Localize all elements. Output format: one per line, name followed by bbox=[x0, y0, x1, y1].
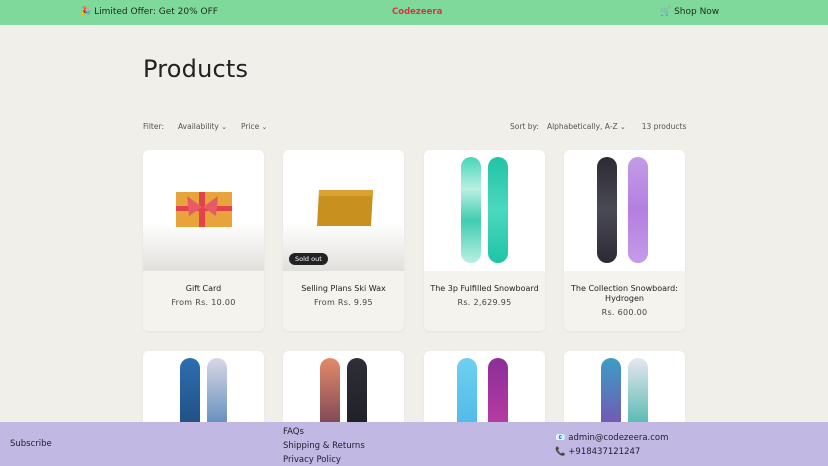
product-price: From Rs. 9.95 bbox=[314, 298, 373, 307]
footer: Subscribe FAQs Shipping & Returns Privac… bbox=[0, 422, 828, 466]
product-price: From Rs. 10.00 bbox=[171, 298, 236, 307]
product-name[interactable]: Selling Plans Ski Wax bbox=[289, 284, 398, 294]
sort-label: Sort by: bbox=[510, 122, 539, 131]
product-image[interactable] bbox=[564, 150, 685, 271]
product-card[interactable] bbox=[564, 351, 685, 431]
product-count: 13 products bbox=[641, 122, 687, 131]
snowboard-image bbox=[347, 358, 367, 431]
sort-select[interactable]: Alphabetically, A-Z bbox=[547, 122, 626, 131]
filter-label: Filter: bbox=[143, 122, 164, 131]
announcement-bar: 🎉 Limited Offer: Get 20% OFF Codezeera 🛒… bbox=[0, 0, 828, 25]
price-filter[interactable]: Price bbox=[241, 122, 267, 131]
snowboard-image bbox=[601, 358, 621, 431]
offer-text[interactable]: 🎉 Limited Offer: Get 20% OFF bbox=[80, 7, 218, 17]
product-card[interactable]: The 3p Fulfilled Snowboard Rs. 2,629.95 bbox=[424, 150, 545, 331]
product-card[interactable] bbox=[424, 351, 545, 431]
product-card[interactable] bbox=[283, 351, 404, 431]
privacy-policy-link[interactable]: Privacy Policy bbox=[283, 453, 365, 466]
snowboard-image bbox=[207, 358, 227, 431]
product-name[interactable]: The 3p Fulfilled Snowboard bbox=[430, 284, 539, 294]
filter-bar: Filter: Availability Price bbox=[143, 122, 267, 131]
product-price: Rs. 600.00 bbox=[601, 308, 648, 317]
snowboard-image bbox=[457, 358, 477, 431]
product-name[interactable]: The Collection Snowboard: Hydrogen bbox=[570, 284, 679, 304]
sold-out-badge: Sold out bbox=[289, 253, 328, 265]
snowboard-image bbox=[488, 157, 508, 263]
snowboard-image bbox=[461, 157, 481, 263]
shop-now-link[interactable]: 🛒 Shop Now bbox=[660, 7, 719, 17]
phone-link[interactable]: 📞 +918437121247 bbox=[555, 445, 668, 459]
product-card[interactable]: Gift Card From Rs. 10.00 bbox=[143, 150, 264, 331]
product-name[interactable]: Gift Card bbox=[149, 284, 258, 294]
subscribe-link[interactable]: Subscribe bbox=[10, 439, 52, 449]
product-image[interactable] bbox=[283, 351, 404, 431]
snowboard-image bbox=[628, 358, 648, 431]
product-image[interactable] bbox=[564, 351, 685, 431]
availability-filter[interactable]: Availability bbox=[178, 122, 227, 131]
footer-links: FAQs Shipping & Returns Privacy Policy bbox=[283, 425, 365, 466]
sort-bar: Sort by: Alphabetically, A-Z 13 products bbox=[510, 122, 686, 131]
product-card[interactable]: The Collection Snowboard: Hydrogen Rs. 6… bbox=[564, 150, 685, 331]
snowboard-image bbox=[628, 157, 648, 263]
product-image[interactable] bbox=[143, 351, 264, 431]
snowboard-image bbox=[320, 358, 340, 431]
gift-card-image bbox=[176, 192, 232, 227]
product-image[interactable]: Sold out bbox=[283, 150, 404, 271]
product-price: Rs. 2,629.95 bbox=[457, 298, 512, 307]
product-image[interactable] bbox=[143, 150, 264, 271]
product-card[interactable] bbox=[143, 351, 264, 431]
snowboard-image bbox=[488, 358, 508, 431]
shipping-returns-link[interactable]: Shipping & Returns bbox=[283, 439, 365, 453]
snowboard-image bbox=[597, 157, 617, 263]
snowboard-image bbox=[180, 358, 200, 431]
brand-logo[interactable]: Codezeera bbox=[392, 7, 442, 17]
page-title: Products bbox=[143, 55, 249, 83]
product-image[interactable] bbox=[424, 351, 545, 431]
footer-contact: 📧 admin@codezeera.com 📞 +918437121247 bbox=[555, 431, 668, 459]
email-link[interactable]: 📧 admin@codezeera.com bbox=[555, 431, 668, 445]
product-card[interactable]: Sold out Selling Plans Ski Wax From Rs. … bbox=[283, 150, 404, 331]
faqs-link[interactable]: FAQs bbox=[283, 425, 365, 439]
product-image[interactable] bbox=[424, 150, 545, 271]
